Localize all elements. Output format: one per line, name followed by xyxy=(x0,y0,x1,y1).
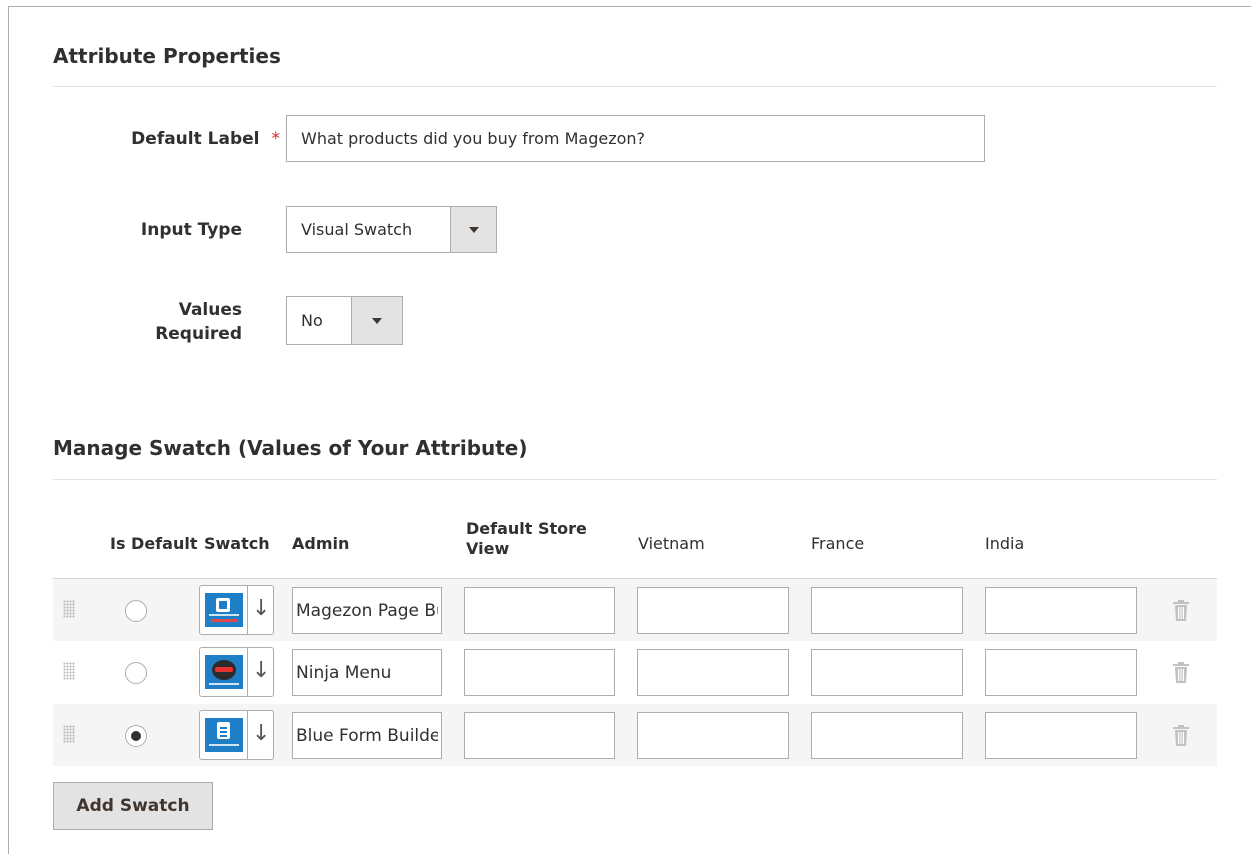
dropdown-arrow-icon xyxy=(450,207,496,252)
trash-icon[interactable] xyxy=(1173,600,1189,621)
drag-handle-icon[interactable] xyxy=(63,725,75,743)
dropdown-arrow-icon xyxy=(351,297,402,344)
col-is-default: Is Default xyxy=(110,534,198,553)
india-input[interactable] xyxy=(985,712,1137,759)
blue-form-builder-logo-icon xyxy=(205,718,243,752)
ninja-menu-logo-icon xyxy=(205,655,243,689)
india-input[interactable] xyxy=(985,649,1137,696)
india-input[interactable] xyxy=(985,587,1137,634)
input-type-value: Visual Swatch xyxy=(301,220,413,239)
admin-input[interactable] xyxy=(292,712,442,759)
france-input[interactable] xyxy=(811,649,963,696)
swatch-picker[interactable]: ↓ xyxy=(199,647,274,697)
required-asterisk: * xyxy=(271,129,281,149)
col-france: France xyxy=(811,534,865,553)
col-vietnam: Vietnam xyxy=(638,534,705,553)
is-default-radio[interactable] xyxy=(125,600,147,622)
table-row: ↓ xyxy=(53,641,1217,703)
vietnam-input[interactable] xyxy=(637,587,789,634)
values-required-label: Values Required xyxy=(60,298,242,346)
france-input[interactable] xyxy=(811,712,963,759)
swatch-picker[interactable]: ↓ xyxy=(199,710,274,760)
table-row: ↓ xyxy=(53,704,1217,766)
default-store-input[interactable] xyxy=(464,587,615,634)
vietnam-input[interactable] xyxy=(637,649,789,696)
values-required-value: No xyxy=(301,311,323,330)
col-india: India xyxy=(985,534,1025,553)
trash-icon[interactable] xyxy=(1173,725,1189,746)
heading-divider xyxy=(53,479,1217,480)
france-input[interactable] xyxy=(811,587,963,634)
col-default-store-view: Default Store View xyxy=(466,519,587,559)
values-required-line1: Values xyxy=(178,300,242,320)
swatch-picker[interactable]: ↓ xyxy=(199,585,274,635)
heading-divider xyxy=(53,86,1217,87)
col-swatch: Swatch xyxy=(204,534,270,553)
arrow-down-icon[interactable]: ↓ xyxy=(252,596,270,622)
vietnam-input[interactable] xyxy=(637,712,789,759)
arrow-down-icon[interactable]: ↓ xyxy=(252,721,270,747)
manage-swatch-heading: Manage Swatch (Values of Your Attribute) xyxy=(53,436,528,460)
swatch-divider xyxy=(247,586,248,634)
values-required-select[interactable]: No xyxy=(286,296,403,345)
drag-handle-icon[interactable] xyxy=(63,600,75,618)
attribute-properties-heading: Attribute Properties xyxy=(53,44,281,68)
default-label-text: Default Label xyxy=(131,129,260,149)
is-default-radio[interactable] xyxy=(125,662,147,684)
col-default-store-line2: View xyxy=(466,539,510,558)
default-store-input[interactable] xyxy=(464,712,615,759)
values-required-line2: Required xyxy=(155,324,242,344)
page-builder-logo-icon xyxy=(205,593,243,627)
input-type-select[interactable]: Visual Swatch xyxy=(286,206,497,253)
swatch-divider xyxy=(247,711,248,759)
is-default-radio[interactable] xyxy=(125,725,147,747)
default-label-label: Default Label * xyxy=(60,127,280,151)
admin-input[interactable] xyxy=(292,587,442,634)
table-row: ↓ xyxy=(53,578,1217,641)
col-admin: Admin xyxy=(292,534,350,553)
drag-handle-icon[interactable] xyxy=(63,662,75,680)
arrow-down-icon[interactable]: ↓ xyxy=(252,658,270,684)
col-default-store-line1: Default Store xyxy=(466,519,587,538)
admin-input[interactable] xyxy=(292,649,442,696)
default-label-input[interactable] xyxy=(286,115,985,162)
swatch-divider xyxy=(247,648,248,696)
default-store-input[interactable] xyxy=(464,649,615,696)
add-swatch-button[interactable]: Add Swatch xyxy=(53,782,213,830)
trash-icon[interactable] xyxy=(1173,662,1189,683)
input-type-label: Input Type xyxy=(140,220,242,240)
